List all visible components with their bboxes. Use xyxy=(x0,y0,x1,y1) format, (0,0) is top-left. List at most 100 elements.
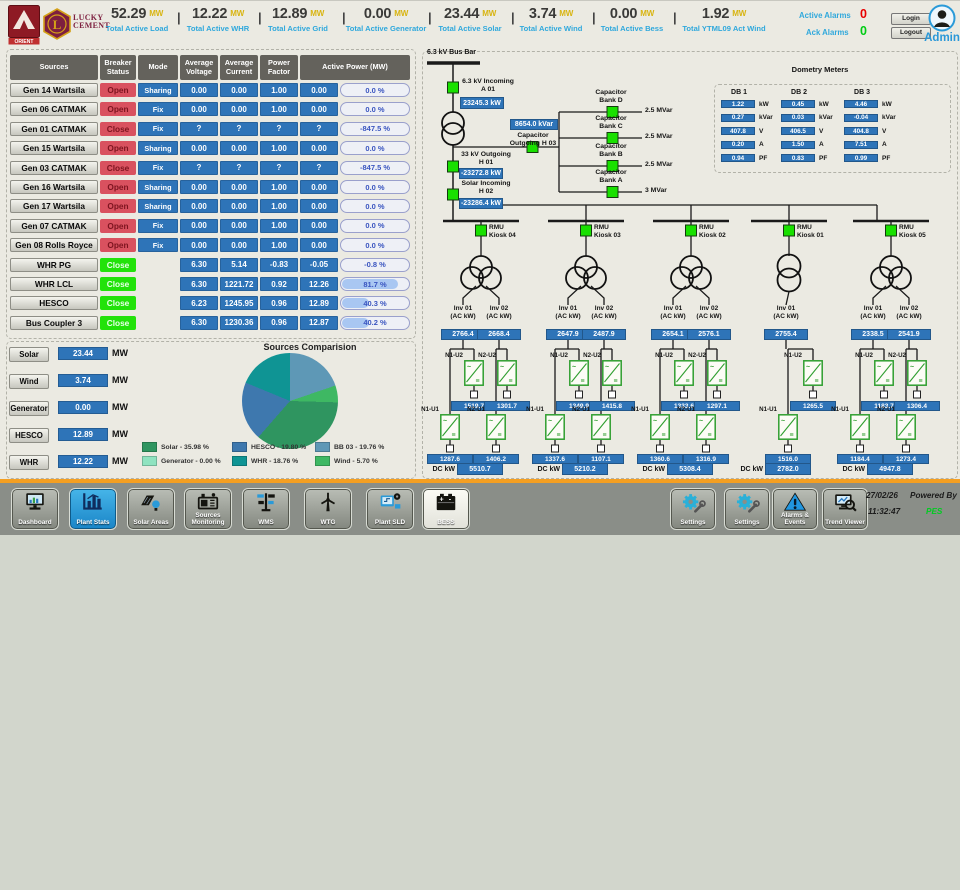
string-label: N1-U1 xyxy=(623,406,649,413)
sldic-icon xyxy=(368,491,412,513)
lucky-cement-logo: L xyxy=(42,8,72,45)
dometry-title: Dometry Meters xyxy=(750,65,890,74)
dometry-unit: kW xyxy=(882,101,908,109)
breaker-status-cell[interactable]: Open xyxy=(100,219,136,233)
taskbar-button-dashboard[interactable]: Dashboard xyxy=(12,489,58,529)
breaker-icon[interactable] xyxy=(448,161,459,172)
active-power-percent: 40.3 % xyxy=(341,297,409,309)
taskbar-button-sources-monitoring[interactable]: Sources Monitoring xyxy=(185,489,231,529)
breaker-status-cell[interactable]: Open xyxy=(100,83,136,97)
taskbar-button-settings[interactable]: Settings xyxy=(725,489,769,529)
active-power-percent: 0.0 % xyxy=(341,239,409,251)
string-label: N2-U2 xyxy=(680,352,706,359)
avg-voltage-cell: 6.23 xyxy=(180,296,218,310)
avg-voltage-cell: 0.00 xyxy=(180,102,218,116)
header: ORIENT L LUCKY CEMENT 52.29MWTotal Activ… xyxy=(0,1,960,53)
legend-label: BB 03 - 19.76 % xyxy=(334,444,384,451)
rmu-kiosk-label: RMUKiosk 05 xyxy=(899,224,943,240)
svg-text:≡: ≡ xyxy=(662,432,666,439)
breaker-icon[interactable] xyxy=(448,189,459,200)
capacitor-bank-rating: 3 MVar xyxy=(645,187,687,195)
kpi-separator: | xyxy=(673,10,677,25)
active-power-cell: 12.87 xyxy=(300,316,338,330)
breaker-icon[interactable] xyxy=(607,133,618,144)
taskbar-button-plant-sld[interactable]: Plant SLD xyxy=(367,489,413,529)
chart-icon xyxy=(71,491,115,513)
legend-label: WHR - 18.76 % xyxy=(251,458,298,465)
gear-icon xyxy=(726,491,768,515)
taskbar-button-trend-viewer[interactable]: Trend Viewer xyxy=(823,489,867,529)
string-label: N2-U2 xyxy=(880,352,906,359)
login-button[interactable]: Login xyxy=(891,13,931,25)
avg-current-cell: ? xyxy=(220,122,258,136)
breaker-icon[interactable] xyxy=(886,225,897,236)
breaker-icon[interactable] xyxy=(784,225,795,236)
inverter-ac-label: Inv 02(AC kW) xyxy=(885,305,933,321)
taskbar-button-alarms-events[interactable]: Alarms & Events xyxy=(773,489,817,529)
source-name-cell: Gen 15 Wartsila xyxy=(10,141,98,155)
svg-text:≡: ≡ xyxy=(603,432,607,439)
taskbar-button-wms[interactable]: WMS xyxy=(243,489,289,529)
taskbar-button-wtg[interactable]: WTG xyxy=(305,489,351,529)
incoming-value-box: 23245.3 kW xyxy=(460,97,504,109)
kpi-separator: | xyxy=(342,10,346,25)
active-power-bar: 0.0 % xyxy=(340,199,410,213)
dometry-value-box: 0.99 xyxy=(844,154,878,162)
svg-text:~: ~ xyxy=(594,418,598,425)
breaker-icon[interactable] xyxy=(448,82,459,93)
summary-label-wind: Wind xyxy=(9,374,49,389)
taskbar-button-settings[interactable]: Settings xyxy=(671,489,715,529)
breaker-status-cell[interactable]: Close xyxy=(100,277,136,291)
string-label: N1-U2 xyxy=(647,352,673,359)
string-terminal-icon xyxy=(598,445,605,452)
taskbar-button-solar-areas[interactable]: Solar Areas xyxy=(128,489,174,529)
svg-text:≡: ≡ xyxy=(581,378,585,385)
breaker-status-cell[interactable]: Close xyxy=(100,122,136,136)
alarm-icon xyxy=(774,491,816,513)
string-label: N2-U1 xyxy=(459,406,485,413)
source-name-cell: Gen 17 Wartsila xyxy=(10,199,98,213)
table-row: Gen 16 WartsilaOpenSharing0.000.001.000.… xyxy=(10,180,410,194)
taskbar-button-label: Sources Monitoring xyxy=(186,513,230,527)
breaker-icon[interactable] xyxy=(607,187,618,198)
breaker-status-cell[interactable]: Close xyxy=(100,258,136,272)
breaker-status-cell[interactable]: Open xyxy=(100,199,136,213)
active-power-cell: 0.00 xyxy=(300,199,338,213)
taskbar-button-bess[interactable]: +-BESS xyxy=(423,489,469,529)
breaker-status-cell[interactable]: Open xyxy=(100,180,136,194)
power-factor-cell: -0.83 xyxy=(260,258,298,272)
legend-item-bb-03: BB 03 - 19.76 % xyxy=(315,442,415,452)
capacitor-bank-label: CapacitorBank C xyxy=(580,115,642,131)
kpi-separator: | xyxy=(592,10,596,25)
breaker-icon[interactable] xyxy=(686,225,697,236)
breaker-status-cell[interactable]: Close xyxy=(100,316,136,330)
power-factor-cell: 0.96 xyxy=(260,296,298,310)
inverter-icon: ~≡ xyxy=(850,414,870,440)
avg-current-cell: 0.00 xyxy=(220,238,258,252)
dometry-meter-name: DB 3 xyxy=(840,89,884,97)
table-row: Gen 14 WartsilaOpenSharing0.000.001.000.… xyxy=(10,83,410,97)
breaker-status-cell[interactable]: Open xyxy=(100,141,136,155)
breaker-status-cell[interactable]: Close xyxy=(100,296,136,310)
svg-text:~: ~ xyxy=(781,418,785,425)
breaker-status-cell[interactable]: Open xyxy=(100,102,136,116)
avg-voltage-cell: 0.00 xyxy=(180,141,218,155)
breaker-icon[interactable] xyxy=(476,225,487,236)
taskbar: Dashboard Plant Stats Solar Areas Sources M… xyxy=(0,479,960,535)
monitor-icon xyxy=(13,491,57,513)
dometry-meter-name: DB 2 xyxy=(777,89,821,97)
avg-current-cell: ? xyxy=(220,161,258,175)
breaker-status-cell[interactable]: Close xyxy=(100,161,136,175)
table-row: HESCOClose6.231245.950.9612.8940.3 % xyxy=(10,296,410,310)
kpi-value: 1.92MW xyxy=(669,6,779,22)
taskbar-button-label: WTG xyxy=(306,520,350,527)
avg-voltage-cell: 0.00 xyxy=(180,180,218,194)
powered-by-label: Powered By xyxy=(910,491,957,500)
taskbar-button-plant-stats[interactable]: Plant Stats xyxy=(70,489,116,529)
summary-label-hesco: HESCO xyxy=(9,428,49,443)
power-factor-cell: 0.92 xyxy=(260,277,298,291)
kpi-unit: MW xyxy=(482,9,496,18)
power-factor-cell: 0.96 xyxy=(260,316,298,330)
breaker-status-cell[interactable]: Open xyxy=(100,238,136,252)
breaker-icon[interactable] xyxy=(581,225,592,236)
